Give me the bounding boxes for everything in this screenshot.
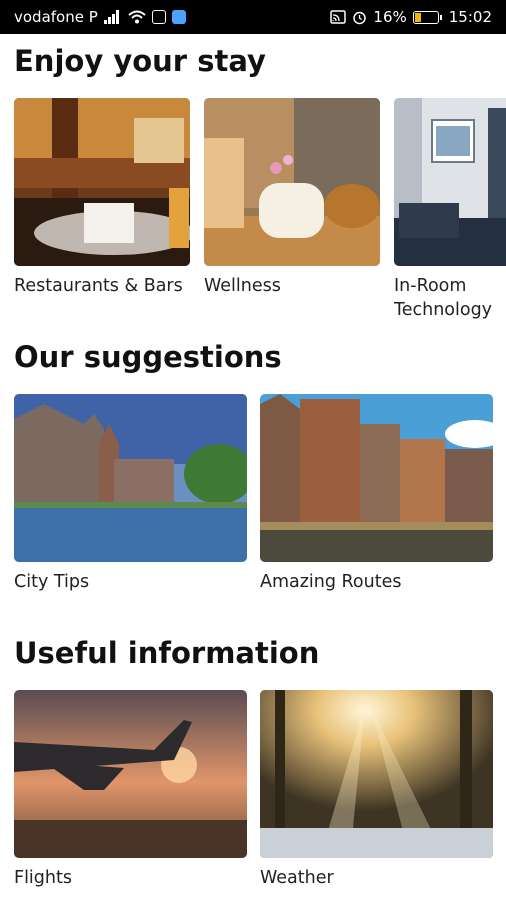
card-city-tips[interactable]: City Tips (14, 394, 247, 594)
card-label: In-Room Technology (394, 274, 506, 322)
card-flights[interactable]: Flights (14, 690, 247, 890)
alarm-icon (353, 11, 367, 24)
restaurant-image (14, 98, 190, 266)
wellness-image (204, 98, 380, 266)
weather-image (260, 690, 493, 858)
card-in-room-technology[interactable]: In-Room Technology (394, 98, 506, 322)
card-label-line-2: Technology (394, 300, 493, 320)
in-room-image (394, 98, 506, 266)
section-title-useful-information: Useful information (14, 636, 320, 670)
card-label: Wellness (204, 276, 281, 296)
card-label: Amazing Routes (260, 572, 402, 592)
section-title-our-suggestions: Our suggestions (14, 340, 282, 374)
card-amazing-routes[interactable]: Amazing Routes (260, 394, 493, 594)
card-label: Restaurants & Bars (14, 276, 183, 296)
card-wellness[interactable]: Wellness (204, 98, 380, 298)
city-tips-image (14, 394, 247, 562)
card-label: Flights (14, 868, 72, 888)
card-label: Weather (260, 868, 334, 888)
wifi-icon (128, 10, 146, 24)
card-restaurants-bars[interactable]: Restaurants & Bars (14, 98, 190, 298)
amazing-routes-image (260, 394, 493, 562)
flights-image (14, 690, 247, 858)
carrier-name: vodafone P (14, 8, 98, 26)
battery-icon (412, 10, 442, 24)
status-bar: vodafone P 16% 15:02 (0, 0, 506, 34)
card-label: City Tips (14, 572, 90, 592)
card-weather[interactable]: Weather (260, 690, 493, 890)
battery-percent: 16% (373, 8, 407, 26)
app-icon (171, 10, 186, 24)
cast-icon (330, 10, 347, 24)
signal-icon (103, 10, 122, 24)
section-title-enjoy-your-stay: Enjoy your stay (14, 44, 266, 78)
card-label-line-1: In-Room (394, 276, 467, 296)
clock: 15:02 (448, 8, 492, 26)
notification-icon (151, 10, 166, 24)
